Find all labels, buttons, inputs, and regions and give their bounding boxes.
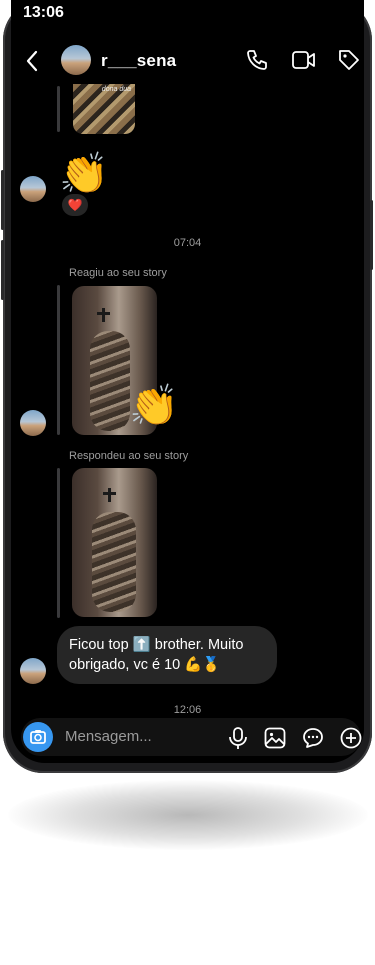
replied-label: Respondeu ao seu story [69, 450, 189, 462]
reply-bar [57, 285, 60, 435]
message-text-line: Ficou top ⬆️ brother. Muito [69, 637, 244, 653]
header-avatar[interactable] [61, 45, 91, 75]
cross-shape [97, 312, 110, 315]
reply-bar [57, 468, 60, 618]
volume-button [1, 170, 4, 230]
chevron-left-icon[interactable] [25, 50, 39, 72]
story-thumbnail[interactable]: dona dua [73, 84, 135, 134]
heart-reaction[interactable]: ❤️ [62, 194, 88, 216]
image-icon[interactable] [263, 726, 287, 750]
cross-shape [103, 492, 116, 495]
image-caption: dona dua [101, 86, 131, 93]
status-time: 13:06 [23, 4, 64, 21]
clap-emoji: 👏 [59, 152, 109, 196]
camera-button[interactable] [23, 722, 53, 752]
phone-shadow [8, 780, 368, 850]
camera-icon [30, 730, 46, 744]
username[interactable]: r___sena [101, 51, 176, 71]
volume-button-2 [1, 240, 4, 300]
timestamp: 12:06 [173, 704, 202, 716]
phone-icon[interactable] [245, 48, 269, 72]
sender-avatar[interactable] [20, 176, 46, 202]
message-bubble[interactable]: Ficou top ⬆️ brother. Muito obrigado, vc… [57, 626, 277, 684]
power-button [370, 200, 373, 270]
screen: 13:06 r___sena dona dua 👏 ❤️ 07:04 Reagi… [11, 0, 364, 763]
message-input[interactable]: Mensagem... [65, 728, 152, 745]
timestamp: 07:04 [173, 237, 202, 249]
arm-tattoo [90, 331, 130, 431]
arm-tattoo [92, 512, 136, 612]
chat-bubble-icon[interactable] [301, 726, 325, 750]
story-thumbnail[interactable] [72, 468, 157, 617]
sender-avatar[interactable] [20, 658, 46, 684]
message-thread: dona dua 👏 ❤️ 07:04 Reagiu ao seu story … [11, 84, 364, 716]
video-camera-icon[interactable] [291, 49, 317, 71]
tag-icon[interactable] [337, 48, 361, 72]
microphone-icon[interactable] [227, 726, 249, 750]
reply-bar [57, 86, 60, 132]
clap-emoji: 👏 [129, 384, 179, 428]
notch [183, 0, 227, 32]
reacted-label: Reagiu ao seu story [69, 267, 167, 279]
message-text-line: obrigado, vc é 10 💪🥇 [69, 657, 221, 673]
chat-header: r___sena [11, 34, 364, 86]
cross-shape [102, 308, 105, 322]
cross-shape [108, 488, 111, 502]
phone-frame: 13:06 r___sena dona dua 👏 ❤️ 07:04 Reagi… [1, 0, 373, 773]
plus-circle-icon[interactable] [339, 726, 363, 750]
sender-avatar[interactable] [20, 410, 46, 436]
message-composer: Mensagem... [21, 718, 363, 756]
